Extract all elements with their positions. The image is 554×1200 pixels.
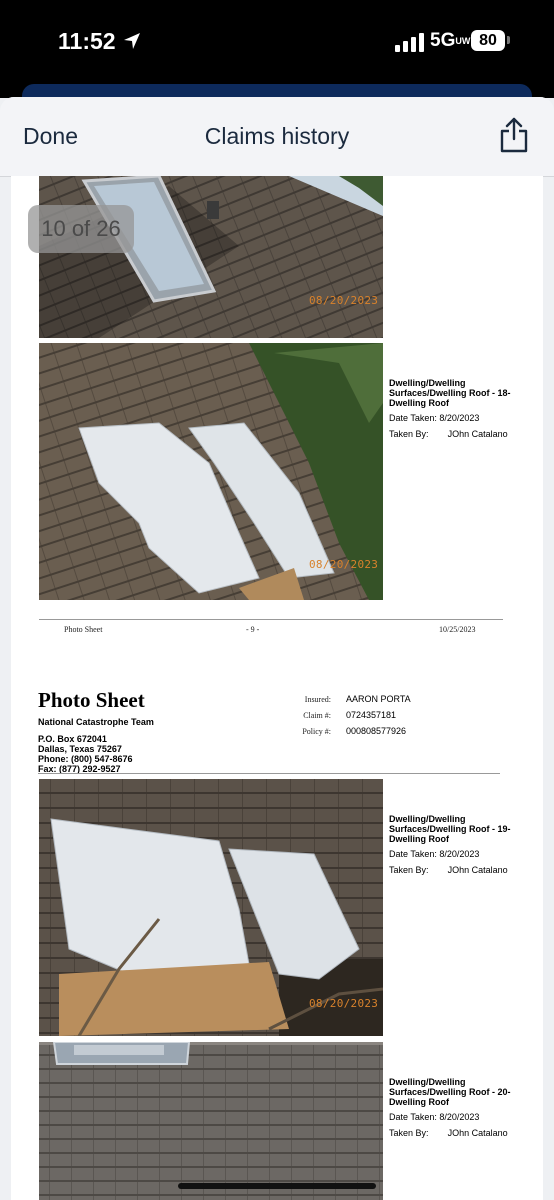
page-counter-overlay: 10 of 26 — [28, 205, 134, 253]
home-indicator[interactable] — [178, 1183, 376, 1189]
team-name: National Catastrophe Team — [38, 717, 154, 727]
photo-caption: Dwelling/Dwelling Surfaces/Dwelling Roof… — [389, 1077, 529, 1138]
claim-value: 0724357181 — [346, 710, 397, 720]
network-type: 5GUW — [430, 30, 471, 51]
page-title: Claims history — [204, 123, 350, 149]
document-page-9: 08/20/2023 08/20/2023 Dwelling/Dwelling … — [11, 176, 543, 750]
header-divider — [38, 773, 500, 774]
caption-label: Dwelling/Dwelling Surfaces/Dwelling Roof… — [389, 814, 511, 844]
footer-page-number: - 9 - — [246, 625, 260, 634]
caption-date: Date Taken: 8/20/2023 — [389, 1112, 480, 1122]
footer-left: Photo Sheet — [64, 625, 103, 634]
roof-photo-tarps-plywood: 08/20/2023 — [39, 779, 383, 1036]
policy-value: 000808577926 — [346, 726, 407, 736]
caption-date: Date Taken: 8/20/2023 — [389, 413, 480, 423]
caption-taken-by: Taken By: JOhn Catalano — [389, 429, 508, 439]
roof-photo-skylight-image — [39, 176, 383, 338]
caption-date: Date Taken: 8/20/2023 — [389, 849, 480, 859]
caption-taken-by: Taken By: JOhn Catalano — [389, 1128, 508, 1138]
network-sub: UW — [455, 35, 471, 46]
status-time: 11:52 — [58, 28, 116, 54]
caption-taken-by: Taken By: JOhn Catalano — [389, 865, 508, 875]
contact-block: P.O. Box 672041 Dallas, Texas 75267 Phon… — [38, 734, 133, 774]
location-arrow-icon — [124, 33, 140, 49]
footer-date: 10/25/2023 — [439, 625, 476, 634]
nav-bar: Done Claims history — [0, 97, 554, 177]
document-page-10: Photo Sheet National Catastrophe Team P.… — [11, 668, 543, 1200]
insured-label: Insured: — [304, 695, 331, 704]
caption-label: Dwelling/Dwelling Surfaces/Dwelling Roof… — [389, 1077, 511, 1107]
photo-caption: Dwelling/Dwelling Surfaces/Dwelling Roof… — [389, 814, 529, 875]
claims-history-sheet: Done Claims history 08/20/2023 08/20/202… — [0, 97, 554, 1200]
policy-label: Policy #: — [302, 727, 331, 736]
cellular-signal-icon — [395, 33, 424, 52]
battery-indicator: 80 — [471, 30, 505, 51]
photo-date-stamp: 08/20/2023 — [309, 294, 379, 307]
footer-divider — [39, 619, 503, 620]
battery-tip — [507, 36, 510, 44]
roof-photo-vent — [39, 1042, 383, 1200]
claim-label: Claim #: — [303, 711, 331, 720]
status-bar: 11:52 5GUW 80 — [0, 0, 554, 106]
roof-photo-vent-image — [39, 1042, 383, 1200]
caption-label: Dwelling/Dwelling Surfaces/Dwelling Roof… — [389, 378, 511, 408]
insured-value: AARON PORTA — [346, 694, 411, 704]
photo-sheet-title: Photo Sheet — [38, 688, 145, 712]
photo-caption: Dwelling/Dwelling Surfaces/Dwelling Roof… — [389, 378, 529, 439]
photo-date-stamp: 08/20/2023 — [309, 558, 379, 571]
roof-photo-skylight: 08/20/2023 — [39, 176, 383, 338]
photo-date-stamp: 08/20/2023 — [309, 997, 379, 1010]
share-icon[interactable] — [498, 117, 530, 153]
roof-photo-tarps: 08/20/2023 — [39, 343, 383, 600]
